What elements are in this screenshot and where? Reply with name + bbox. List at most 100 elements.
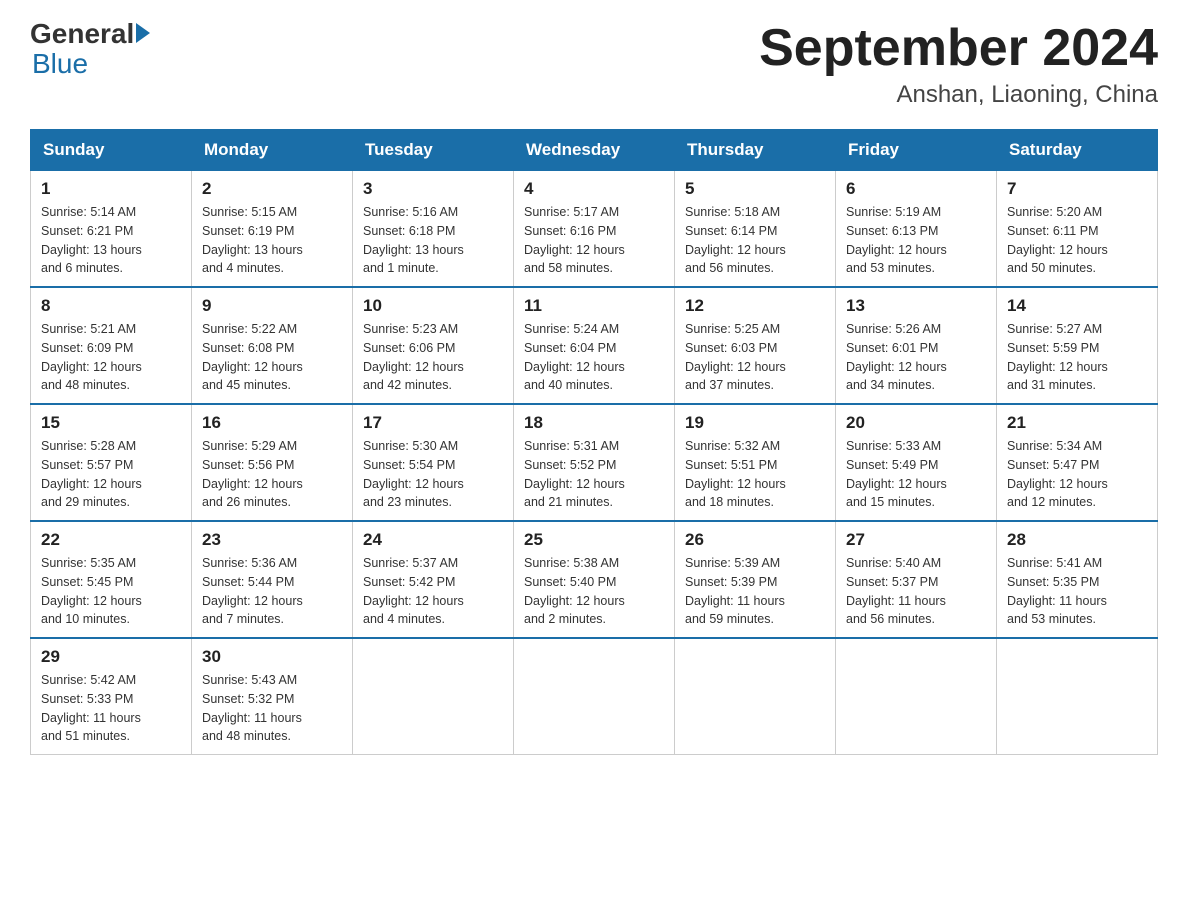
day-info: Sunrise: 5:35 AM Sunset: 5:45 PM Dayligh… [41,554,181,629]
day-info: Sunrise: 5:39 AM Sunset: 5:39 PM Dayligh… [685,554,825,629]
weekday-header-thursday: Thursday [675,130,836,171]
calendar-day-cell: 6 Sunrise: 5:19 AM Sunset: 6:13 PM Daylig… [836,171,997,288]
logo-blue-text: Blue [32,48,88,79]
calendar-day-cell: 9Sunrise: 5:22 AM Sunset: 6:08 PM Daylig… [192,287,353,404]
calendar-day-cell: 15 Sunrise: 5:28 AM Sunset: 5:57 PM Dayli… [31,404,192,521]
calendar-day-cell: 27Sunrise: 5:40 AM Sunset: 5:37 PM Dayli… [836,521,997,638]
day-number: 11 [524,296,664,316]
day-number: 18 [524,413,664,433]
calendar-day-cell: 22 Sunrise: 5:35 AM Sunset: 5:45 PM Dayli… [31,521,192,638]
calendar-day-cell [514,638,675,755]
calendar-day-cell: 14Sunrise: 5:27 AM Sunset: 5:59 PM Dayli… [997,287,1158,404]
page-header: General Blue September 2024 Anshan, Liao… [30,20,1158,109]
calendar-day-cell: 30 Sunrise: 5:43 AM Sunset: 5:32 PM Dayli… [192,638,353,755]
day-number: 5 [685,179,825,199]
weekday-header-wednesday: Wednesday [514,130,675,171]
day-number: 17 [363,413,503,433]
day-info: Sunrise: 5:43 AM Sunset: 5:32 PM Dayligh… [202,671,342,746]
day-info: Sunrise: 5:37 AM Sunset: 5:42 PM Dayligh… [363,554,503,629]
calendar-day-cell: 12 Sunrise: 5:25 AM Sunset: 6:03 PM Dayli… [675,287,836,404]
calendar-day-cell: 10Sunrise: 5:23 AM Sunset: 6:06 PM Dayli… [353,287,514,404]
day-info: Sunrise: 5:38 AM Sunset: 5:40 PM Dayligh… [524,554,664,629]
weekday-header-monday: Monday [192,130,353,171]
day-number: 26 [685,530,825,550]
day-number: 8 [41,296,181,316]
weekday-header-row: SundayMondayTuesdayWednesdayThursdayFrid… [31,130,1158,171]
day-number: 7 [1007,179,1147,199]
day-info: Sunrise: 5:36 AM Sunset: 5:44 PM Dayligh… [202,554,342,629]
calendar-day-cell [675,638,836,755]
month-title: September 2024 [759,20,1158,77]
day-number: 25 [524,530,664,550]
weekday-header-saturday: Saturday [997,130,1158,171]
calendar-day-cell: 25 Sunrise: 5:38 AM Sunset: 5:40 PM Dayli… [514,521,675,638]
calendar-day-cell: 20 Sunrise: 5:33 AM Sunset: 5:49 PM Dayli… [836,404,997,521]
calendar-day-cell: 3 Sunrise: 5:16 AM Sunset: 6:18 PM Daylig… [353,171,514,288]
calendar-week-row: 1Sunrise: 5:14 AM Sunset: 6:21 PM Daylig… [31,171,1158,288]
day-info: Sunrise: 5:41 AM Sunset: 5:35 PM Dayligh… [1007,554,1147,629]
day-info: Sunrise: 5:40 AM Sunset: 5:37 PM Dayligh… [846,554,986,629]
day-number: 12 [685,296,825,316]
calendar-week-row: 22 Sunrise: 5:35 AM Sunset: 5:45 PM Dayli… [31,521,1158,638]
calendar-day-cell: 8 Sunrise: 5:21 AM Sunset: 6:09 PM Daylig… [31,287,192,404]
day-info: Sunrise: 5:25 AM Sunset: 6:03 PM Dayligh… [685,320,825,395]
day-info: Sunrise: 5:15 AM Sunset: 6:19 PM Dayligh… [202,203,342,278]
calendar-week-row: 15 Sunrise: 5:28 AM Sunset: 5:57 PM Dayli… [31,404,1158,521]
day-info: Sunrise: 5:14 AM Sunset: 6:21 PM Dayligh… [41,203,181,278]
day-info: Sunrise: 5:16 AM Sunset: 6:18 PM Dayligh… [363,203,503,278]
day-info: Sunrise: 5:42 AM Sunset: 5:33 PM Dayligh… [41,671,181,746]
day-number: 24 [363,530,503,550]
day-info: Sunrise: 5:26 AM Sunset: 6:01 PM Dayligh… [846,320,986,395]
day-info: Sunrise: 5:32 AM Sunset: 5:51 PM Dayligh… [685,437,825,512]
calendar-day-cell: 16Sunrise: 5:29 AM Sunset: 5:56 PM Dayli… [192,404,353,521]
day-info: Sunrise: 5:21 AM Sunset: 6:09 PM Dayligh… [41,320,181,395]
day-info: Sunrise: 5:28 AM Sunset: 5:57 PM Dayligh… [41,437,181,512]
calendar-day-cell: 18 Sunrise: 5:31 AM Sunset: 5:52 PM Dayli… [514,404,675,521]
day-info: Sunrise: 5:20 AM Sunset: 6:11 PM Dayligh… [1007,203,1147,278]
day-info: Sunrise: 5:33 AM Sunset: 5:49 PM Dayligh… [846,437,986,512]
day-number: 13 [846,296,986,316]
day-number: 2 [202,179,342,199]
day-info: Sunrise: 5:30 AM Sunset: 5:54 PM Dayligh… [363,437,503,512]
day-number: 15 [41,413,181,433]
day-number: 22 [41,530,181,550]
day-number: 9 [202,296,342,316]
calendar-week-row: 29Sunrise: 5:42 AM Sunset: 5:33 PM Dayli… [31,638,1158,755]
calendar-week-row: 8 Sunrise: 5:21 AM Sunset: 6:09 PM Daylig… [31,287,1158,404]
day-info: Sunrise: 5:24 AM Sunset: 6:04 PM Dayligh… [524,320,664,395]
calendar-day-cell: 11 Sunrise: 5:24 AM Sunset: 6:04 PM Dayli… [514,287,675,404]
calendar-day-cell [836,638,997,755]
logo-arrow-icon [136,23,150,43]
day-number: 3 [363,179,503,199]
calendar-day-cell: 2 Sunrise: 5:15 AM Sunset: 6:19 PM Daylig… [192,171,353,288]
day-number: 23 [202,530,342,550]
day-info: Sunrise: 5:23 AM Sunset: 6:06 PM Dayligh… [363,320,503,395]
weekday-header-friday: Friday [836,130,997,171]
day-info: Sunrise: 5:34 AM Sunset: 5:47 PM Dayligh… [1007,437,1147,512]
day-number: 16 [202,413,342,433]
logo-general-text: General [30,20,134,48]
day-number: 6 [846,179,986,199]
calendar-day-cell: 13 Sunrise: 5:26 AM Sunset: 6:01 PM Dayli… [836,287,997,404]
day-info: Sunrise: 5:27 AM Sunset: 5:59 PM Dayligh… [1007,320,1147,395]
calendar-day-cell: 17 Sunrise: 5:30 AM Sunset: 5:54 PM Dayli… [353,404,514,521]
calendar-day-cell: 26 Sunrise: 5:39 AM Sunset: 5:39 PM Dayli… [675,521,836,638]
calendar-day-cell: 29Sunrise: 5:42 AM Sunset: 5:33 PM Dayli… [31,638,192,755]
day-info: Sunrise: 5:19 AM Sunset: 6:13 PM Dayligh… [846,203,986,278]
day-info: Sunrise: 5:18 AM Sunset: 6:14 PM Dayligh… [685,203,825,278]
calendar-day-cell: 1Sunrise: 5:14 AM Sunset: 6:21 PM Daylig… [31,171,192,288]
calendar-day-cell: 19Sunrise: 5:32 AM Sunset: 5:51 PM Dayli… [675,404,836,521]
calendar-day-cell: 24 Sunrise: 5:37 AM Sunset: 5:42 PM Dayli… [353,521,514,638]
calendar-table: SundayMondayTuesdayWednesdayThursdayFrid… [30,129,1158,755]
day-info: Sunrise: 5:31 AM Sunset: 5:52 PM Dayligh… [524,437,664,512]
calendar-day-cell: 21 Sunrise: 5:34 AM Sunset: 5:47 PM Dayli… [997,404,1158,521]
weekday-header-tuesday: Tuesday [353,130,514,171]
logo: General Blue [30,20,152,80]
day-number: 30 [202,647,342,667]
calendar-day-cell: 23 Sunrise: 5:36 AM Sunset: 5:44 PM Dayli… [192,521,353,638]
weekday-header-sunday: Sunday [31,130,192,171]
calendar-day-cell: 5 Sunrise: 5:18 AM Sunset: 6:14 PM Daylig… [675,171,836,288]
day-number: 20 [846,413,986,433]
day-number: 21 [1007,413,1147,433]
calendar-day-cell: 28Sunrise: 5:41 AM Sunset: 5:35 PM Dayli… [997,521,1158,638]
